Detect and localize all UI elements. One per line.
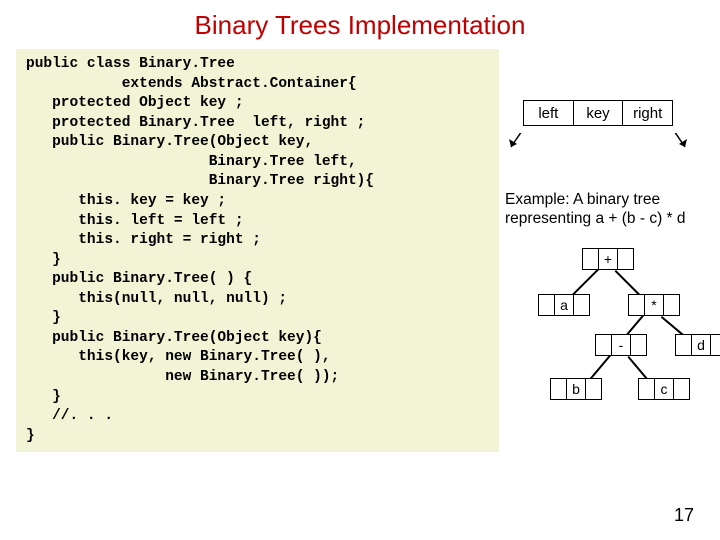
page-number: 17 <box>674 505 694 526</box>
tree-node-star: * <box>628 294 680 316</box>
tree-node-b: b <box>550 378 602 400</box>
tree-node-plus: + <box>582 248 634 270</box>
tree-node-d: d <box>675 334 720 356</box>
tree-node-c: c <box>638 378 690 400</box>
tree-node-minus: - <box>595 334 647 356</box>
example-caption: Example: A binary tree representing a + … <box>505 190 715 229</box>
node-cell-left: left <box>523 100 574 126</box>
arrow-left-icon <box>506 133 526 153</box>
node-struct-diagram: left key right <box>523 100 673 126</box>
node-cell-key: key <box>574 100 624 126</box>
code-block: public class Binary.Tree extends Abstrac… <box>16 49 499 452</box>
expression-tree: + a * - d b c <box>490 248 715 448</box>
arrow-right-icon <box>670 133 690 153</box>
tree-node-a: a <box>538 294 590 316</box>
slide-title: Binary Trees Implementation <box>0 0 720 41</box>
node-cell-right: right <box>623 100 673 126</box>
